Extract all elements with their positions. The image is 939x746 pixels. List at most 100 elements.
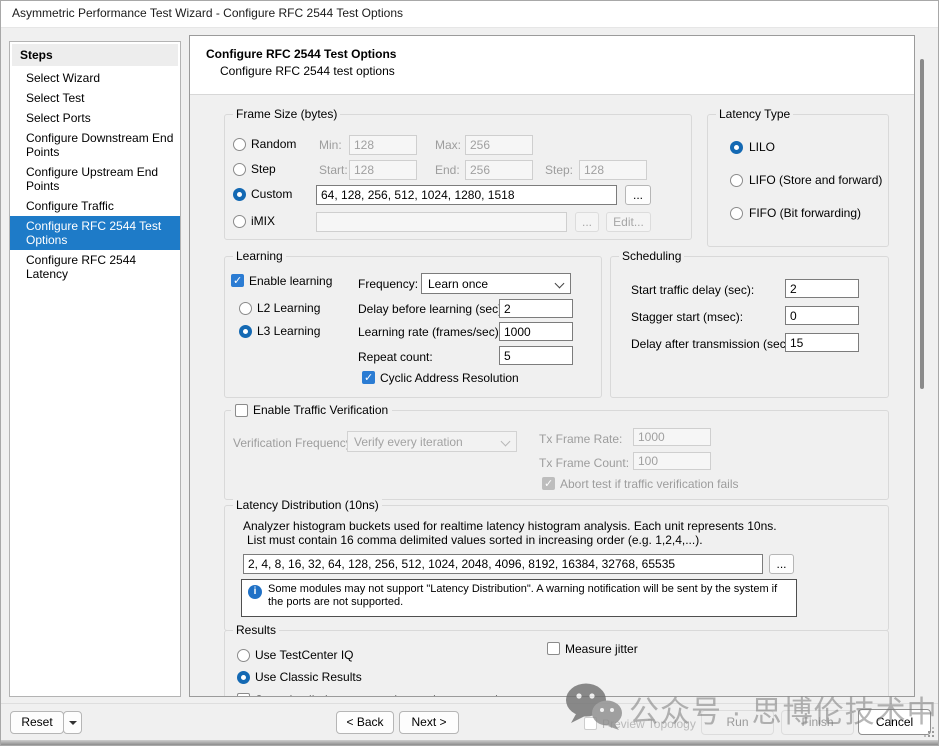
- step-size-input: [579, 160, 647, 180]
- lifo-radio[interactable]: [730, 174, 743, 187]
- repeat-count-input[interactable]: [499, 346, 573, 365]
- min-label: Min:: [319, 138, 342, 152]
- imix-input: [316, 212, 567, 232]
- imix-browse-button: ...: [575, 212, 599, 232]
- tx-frame-rate-label: Tx Frame Rate:: [539, 432, 622, 446]
- use-testcenter-iq-label[interactable]: Use TestCenter IQ: [255, 648, 353, 662]
- frame-size-random-label[interactable]: Random: [251, 137, 296, 151]
- frame-size-imix-label[interactable]: iMIX: [251, 214, 275, 228]
- latency-distribution-input[interactable]: [243, 554, 763, 574]
- start-traffic-delay-input[interactable]: [785, 279, 859, 298]
- clipped-option-checkbox[interactable]: [237, 693, 250, 697]
- delay-before-learning-label: Delay before learning (sec):: [358, 302, 505, 316]
- main-scrollbar-thumb[interactable]: [920, 59, 924, 389]
- step-select-wizard[interactable]: Select Wizard: [10, 68, 180, 88]
- min-input: [349, 135, 417, 155]
- step-configure-upstream-end-points[interactable]: Configure Upstream End Points: [10, 162, 180, 196]
- frame-size-group-title: Frame Size (bytes): [233, 107, 340, 121]
- start-traffic-delay-label: Start traffic delay (sec):: [631, 283, 754, 297]
- lilo-label[interactable]: LILO: [749, 140, 775, 154]
- step-select-test[interactable]: Select Test: [10, 88, 180, 108]
- frame-size-custom-radio[interactable]: [233, 188, 246, 201]
- custom-sizes-browse-button[interactable]: ...: [625, 185, 651, 205]
- resize-grip[interactable]: [922, 725, 934, 737]
- latency-distribution-desc-1: Analyzer histogram buckets used for real…: [243, 519, 777, 533]
- repeat-count-label: Repeat count:: [358, 350, 433, 364]
- enable-traffic-verification-checkbox[interactable]: [235, 404, 248, 417]
- verification-frequency-label: Verification Frequency:: [233, 436, 355, 450]
- reset-dropdown-button[interactable]: [63, 711, 82, 734]
- preview-topology-label: Preview Topology: [602, 717, 696, 731]
- steps-panel: Steps Select Wizard Select Test Select P…: [9, 41, 181, 697]
- footer-divider: [1, 703, 938, 704]
- measure-jitter-label[interactable]: Measure jitter: [565, 642, 638, 656]
- measure-jitter-checkbox[interactable]: [547, 642, 560, 655]
- step-size-label: Step:: [545, 163, 573, 177]
- frame-size-step-radio[interactable]: [233, 163, 246, 176]
- reset-button[interactable]: Reset: [10, 711, 64, 734]
- tx-frame-count-input: [633, 452, 711, 470]
- delay-before-learning-input[interactable]: [499, 299, 573, 318]
- window-bottom-edge: [1, 740, 938, 745]
- end-input: [465, 160, 533, 180]
- use-classic-results-radio[interactable]: [237, 671, 250, 684]
- max-label: Max:: [435, 138, 461, 152]
- fifo-label[interactable]: FIFO (Bit forwarding): [749, 206, 861, 220]
- delay-after-transmission-label: Delay after transmission (sec):: [631, 337, 793, 351]
- lilo-radio[interactable]: [730, 141, 743, 154]
- finish-button: Finish: [781, 710, 854, 735]
- use-classic-results-label[interactable]: Use Classic Results: [255, 670, 362, 684]
- back-button[interactable]: < Back: [336, 711, 394, 734]
- latency-distribution-browse-button[interactable]: ...: [769, 554, 794, 574]
- delay-after-transmission-input[interactable]: [785, 333, 859, 352]
- l2-learning-radio[interactable]: [239, 302, 252, 315]
- custom-sizes-input[interactable]: [316, 185, 617, 205]
- frequency-dropdown[interactable]: Learn once: [421, 273, 571, 294]
- end-label: End:: [435, 163, 460, 177]
- l2-learning-label[interactable]: L2 Learning: [257, 301, 320, 315]
- run-button: Run: [701, 710, 774, 735]
- step-configure-rfc2544-latency[interactable]: Configure RFC 2544 Latency: [10, 250, 180, 284]
- enable-learning-label[interactable]: Enable learning: [249, 274, 332, 288]
- frame-size-imix-radio[interactable]: [233, 215, 246, 228]
- l3-learning-label[interactable]: L3 Learning: [257, 324, 320, 338]
- tx-frame-count-label: Tx Frame Count:: [539, 456, 629, 470]
- verification-frequency-value: Verify every iteration: [354, 435, 463, 449]
- traffic-verification-group: Enable Traffic Verification Verification…: [224, 410, 889, 500]
- traffic-verification-legend: Enable Traffic Verification: [231, 402, 392, 418]
- l3-learning-radio[interactable]: [239, 325, 252, 338]
- step-configure-rfc2544-test-options[interactable]: Configure RFC 2544 Test Options: [10, 216, 180, 250]
- learning-rate-input[interactable]: [499, 322, 573, 341]
- stagger-start-input[interactable]: [785, 306, 859, 325]
- lifo-label[interactable]: LIFO (Store and forward): [749, 173, 882, 187]
- main-scrollbar[interactable]: [917, 37, 927, 691]
- verification-frequency-dropdown: Verify every iteration: [347, 431, 517, 452]
- fifo-radio[interactable]: [730, 207, 743, 220]
- clipped-option-label: Save detailed stream results used to cre…: [255, 693, 522, 697]
- page-title: Configure RFC 2544 Test Options: [206, 47, 396, 61]
- results-group-title: Results: [233, 623, 279, 637]
- page-header: Configure RFC 2544 Test Options Configur…: [190, 36, 914, 95]
- step-configure-traffic[interactable]: Configure Traffic: [10, 196, 180, 216]
- enable-traffic-verification-label[interactable]: Enable Traffic Verification: [253, 403, 388, 417]
- abort-test-checkbox: [542, 477, 555, 490]
- enable-learning-checkbox[interactable]: [231, 274, 244, 287]
- cyclic-address-resolution-checkbox[interactable]: [362, 371, 375, 384]
- step-configure-downstream-end-points[interactable]: Configure Downstream End Points: [10, 128, 180, 162]
- window-title: Asymmetric Performance Test Wizard - Con…: [12, 6, 403, 20]
- latency-distribution-group-title: Latency Distribution (10ns): [233, 498, 382, 512]
- latency-distribution-note-box: i Some modules may not support "Latency …: [241, 579, 797, 617]
- step-select-ports[interactable]: Select Ports: [10, 108, 180, 128]
- cancel-button[interactable]: Cancel: [858, 709, 931, 735]
- learning-group-title: Learning: [233, 249, 286, 263]
- frame-size-random-radio[interactable]: [233, 138, 246, 151]
- frame-size-custom-label[interactable]: Custom: [251, 187, 292, 201]
- frame-size-step-label[interactable]: Step: [251, 162, 276, 176]
- cyclic-address-resolution-label[interactable]: Cyclic Address Resolution: [380, 371, 519, 385]
- use-testcenter-iq-radio[interactable]: [237, 649, 250, 662]
- stagger-start-label: Stagger start (msec):: [631, 310, 743, 324]
- next-button[interactable]: Next >: [399, 711, 459, 734]
- latency-distribution-group: Latency Distribution (10ns) Analyzer his…: [224, 505, 889, 631]
- clipped-option-row: Save detailed stream results used to cre…: [237, 691, 657, 697]
- start-input: [349, 160, 417, 180]
